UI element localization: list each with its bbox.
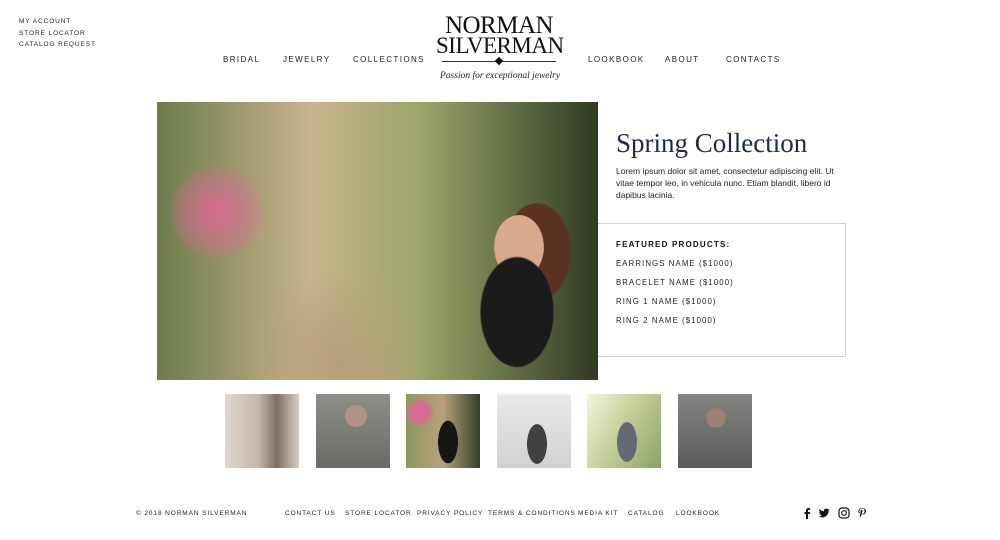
instagram-icon[interactable]	[838, 507, 850, 519]
diamond-icon	[494, 56, 504, 66]
logo[interactable]: NORMAN SILVERMAN	[436, 13, 564, 66]
footer-privacy-policy[interactable]: PRIVACY POLICY	[417, 510, 483, 517]
nav-about[interactable]: ABOUT	[665, 55, 700, 64]
copyright: © 2018 NORMAN SILVERMAN	[136, 510, 248, 517]
thumbnail-4[interactable]	[497, 394, 571, 468]
footer-catalog[interactable]: CATALOG	[628, 510, 664, 517]
utility-links: MY ACCOUNT STORE LOCATOR CATALOG REQUEST	[19, 16, 96, 51]
pinterest-icon[interactable]	[856, 507, 868, 519]
hero-image	[157, 102, 598, 380]
collection-description: Lorem ipsum dolor sit amet, consectetur …	[616, 166, 834, 200]
logo-tagline: Passion for exceptional jewelry	[440, 71, 561, 81]
featured-product-ring-2[interactable]: RING 2 NAME ($1000)	[616, 316, 717, 325]
twitter-icon[interactable]	[818, 507, 830, 519]
featured-product-bracelet[interactable]: BRACELET NAME ($1000)	[616, 278, 734, 287]
store-locator-link[interactable]: STORE LOCATOR	[19, 28, 96, 40]
footer-media-kit[interactable]: MEDIA KIT	[578, 510, 618, 517]
collection-title: Spring Collection	[616, 128, 808, 158]
footer-contact-us[interactable]: CONTACT US	[285, 510, 336, 517]
nav-contacts[interactable]: CONTACTS	[726, 55, 781, 64]
nav-lookbook[interactable]: LOOKBOOK	[588, 55, 645, 64]
footer-lookbook[interactable]: LOOKBOOK	[676, 510, 720, 517]
thumbnail-2[interactable]	[316, 394, 390, 468]
thumbnail-3[interactable]	[406, 394, 480, 468]
nav-bridal[interactable]: BRIDAL	[223, 55, 260, 64]
featured-products-box: FEATURED PRODUCTS: EARRINGS NAME ($1000)…	[598, 223, 846, 357]
my-account-link[interactable]: MY ACCOUNT	[19, 16, 96, 28]
featured-product-ring-1[interactable]: RING 1 NAME ($1000)	[616, 297, 717, 306]
catalog-request-link[interactable]: CATALOG REQUEST	[19, 39, 96, 51]
featured-product-earrings[interactable]: EARRINGS NAME ($1000)	[616, 259, 734, 268]
thumbnail-6[interactable]	[678, 394, 752, 468]
thumbnail-1[interactable]	[225, 394, 299, 468]
nav-collections[interactable]: COLLECTIONS	[353, 55, 425, 64]
featured-products-heading: FEATURED PRODUCTS:	[616, 240, 731, 249]
logo-divider	[436, 56, 562, 66]
logo-line-2: SILVERMAN	[436, 33, 564, 58]
footer-terms-conditions[interactable]: TERMS & CONDITIONS	[488, 510, 576, 517]
facebook-icon[interactable]	[801, 507, 813, 519]
nav-jewelry[interactable]: JEWELRY	[283, 55, 330, 64]
thumbnail-5[interactable]	[587, 394, 661, 468]
footer-store-locator[interactable]: STORE LOCATOR	[345, 510, 412, 517]
